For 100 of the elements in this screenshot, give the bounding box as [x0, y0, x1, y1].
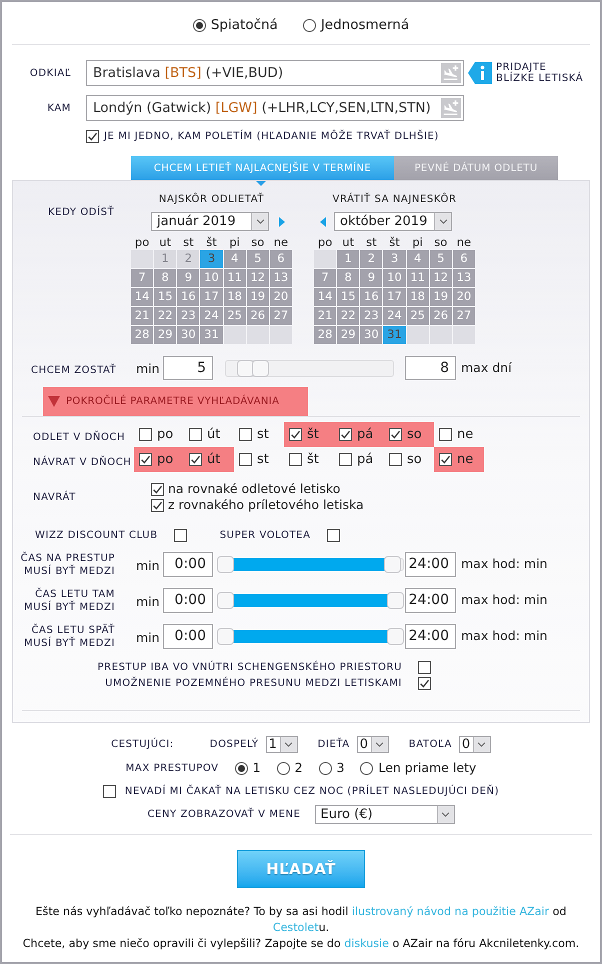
airport-input[interactable]: Bratislava [BTS] (+VIE,BUD) — [86, 60, 464, 86]
weekday-option[interactable]: ne — [434, 422, 484, 447]
radio-button[interactable] — [234, 762, 248, 775]
airport-input[interactable]: Londýn (Gatwick) [LGW] (+LHR,LCY,SEN,LTN,STN) — [86, 95, 464, 121]
calendar-day[interactable]: 19 — [430, 288, 452, 306]
footer-link[interactable]: diskusie — [344, 937, 389, 950]
calendar-day[interactable]: 21 — [131, 307, 154, 325]
calendar-day[interactable]: 8 — [337, 269, 360, 287]
checkbox[interactable] — [151, 482, 164, 496]
calendar-day[interactable]: 3 — [200, 250, 223, 268]
range-slider-track[interactable] — [217, 592, 404, 609]
calendar-day[interactable]: 11 — [406, 269, 429, 287]
calendar-day[interactable]: 20 — [452, 288, 475, 306]
calendar-day[interactable]: 22 — [154, 307, 176, 325]
checkbox[interactable] — [439, 428, 452, 441]
radio-button[interactable] — [276, 762, 290, 775]
calendar-day[interactable]: 3 — [383, 250, 406, 268]
calendar-day[interactable]: 20 — [270, 288, 292, 306]
calendar-day[interactable]: 27 — [270, 307, 292, 325]
calendar-day[interactable]: 24 — [200, 307, 223, 325]
calendar-day[interactable]: 18 — [224, 288, 246, 306]
calendar-day[interactable]: 25 — [406, 307, 429, 325]
range-slider-track[interactable] — [217, 556, 404, 573]
calendar-day[interactable]: 6 — [270, 250, 292, 268]
calendar-day[interactable]: 29 — [154, 326, 176, 344]
number-input[interactable]: 8 — [405, 356, 456, 380]
slider-thumb[interactable] — [217, 556, 234, 573]
currency-select[interactable]: Euro (€) — [314, 805, 455, 824]
calendar-day[interactable]: 23 — [177, 307, 200, 325]
weekday-option[interactable]: st — [234, 422, 284, 447]
range-slider-track[interactable] — [217, 628, 404, 645]
search-button[interactable]: HĽADAŤ — [237, 850, 365, 888]
count-select[interactable]: 0 — [356, 736, 389, 753]
calendar-day[interactable]: 21 — [314, 307, 336, 325]
checkbox[interactable] — [418, 676, 431, 690]
calendar-day[interactable]: 18 — [406, 288, 429, 306]
weekday-option[interactable]: po — [134, 422, 184, 447]
calendar-day[interactable]: 29 — [337, 326, 360, 344]
calendar-day[interactable]: 13 — [270, 269, 292, 287]
number-input[interactable]: 0:00 — [163, 624, 213, 649]
calendar-day[interactable]: 30 — [177, 326, 200, 344]
checkbox[interactable] — [339, 453, 352, 466]
calendar-day[interactable]: 15 — [337, 288, 360, 306]
calendar-day[interactable]: 9 — [177, 269, 200, 287]
calendar-day[interactable]: 31 — [200, 326, 223, 344]
calendar-day[interactable]: 2 — [360, 250, 382, 268]
checkbox[interactable] — [86, 130, 99, 143]
calendar-day[interactable]: 7 — [314, 269, 336, 287]
checkbox[interactable] — [389, 453, 402, 466]
checkbox[interactable] — [189, 428, 202, 441]
slider-thumb[interactable] — [387, 628, 404, 645]
calendar-day[interactable]: 12 — [430, 269, 452, 287]
checkbox[interactable] — [418, 660, 431, 674]
calendar-day[interactable]: 14 — [314, 288, 336, 306]
weekday-option[interactable]: st — [234, 447, 284, 472]
calendar-day[interactable]: 15 — [154, 288, 176, 306]
checkbox[interactable] — [339, 428, 352, 441]
calendar-day[interactable]: 5 — [430, 250, 452, 268]
checkbox[interactable] — [439, 453, 452, 466]
calendar-day[interactable]: 25 — [224, 307, 246, 325]
calendar-day[interactable]: 9 — [360, 269, 382, 287]
weekday-option[interactable]: pá — [334, 422, 384, 447]
month-select[interactable]: január 2019 — [151, 212, 269, 231]
radio-button[interactable] — [192, 18, 206, 32]
calendar-day[interactable]: 27 — [452, 307, 475, 325]
calendar-day[interactable]: 22 — [337, 307, 360, 325]
weekday-option[interactable]: so — [384, 447, 434, 472]
weekday-option[interactable]: pá — [334, 447, 384, 472]
number-input[interactable]: 24:00 — [405, 552, 456, 577]
weekday-option[interactable]: št — [284, 422, 334, 447]
checkbox[interactable] — [151, 498, 164, 512]
calendar-day[interactable]: 26 — [430, 307, 452, 325]
calendar-day[interactable]: 17 — [200, 288, 223, 306]
footer-link[interactable]: Cestolet — [272, 921, 319, 934]
calendar-day[interactable]: 5 — [246, 250, 269, 268]
checkbox[interactable] — [139, 428, 152, 441]
calendar-day[interactable]: 1 — [337, 250, 360, 268]
checkbox[interactable] — [189, 453, 202, 466]
count-select[interactable]: 0 — [458, 736, 491, 753]
calendar-day[interactable]: 11 — [224, 269, 246, 287]
weekday-option[interactable]: po — [134, 447, 184, 472]
checkbox[interactable] — [174, 528, 187, 542]
weekday-option[interactable]: ne — [434, 447, 484, 472]
radio-button[interactable] — [318, 762, 332, 775]
weekday-option[interactable]: so — [384, 422, 434, 447]
checkbox[interactable] — [139, 453, 152, 466]
range-slider-track[interactable] — [225, 360, 394, 376]
slider-thumb[interactable] — [237, 360, 254, 376]
slider-thumb[interactable] — [384, 556, 401, 573]
weekday-option[interactable]: út — [184, 447, 234, 472]
calendar-day[interactable]: 19 — [246, 288, 269, 306]
calendar-day[interactable]: 28 — [131, 326, 154, 344]
count-select[interactable]: 1 — [266, 736, 298, 753]
calendar-day[interactable]: 13 — [452, 269, 475, 287]
date-mode-tab[interactable]: PEVNÉ DÁTUM ODLETU — [394, 156, 558, 180]
calendar-day[interactable]: 10 — [200, 269, 223, 287]
calendar-day[interactable]: 4 — [406, 250, 429, 268]
calendar-day[interactable]: 31 — [383, 326, 406, 344]
slider-thumb[interactable] — [387, 592, 404, 609]
slider-thumb[interactable] — [217, 628, 234, 645]
